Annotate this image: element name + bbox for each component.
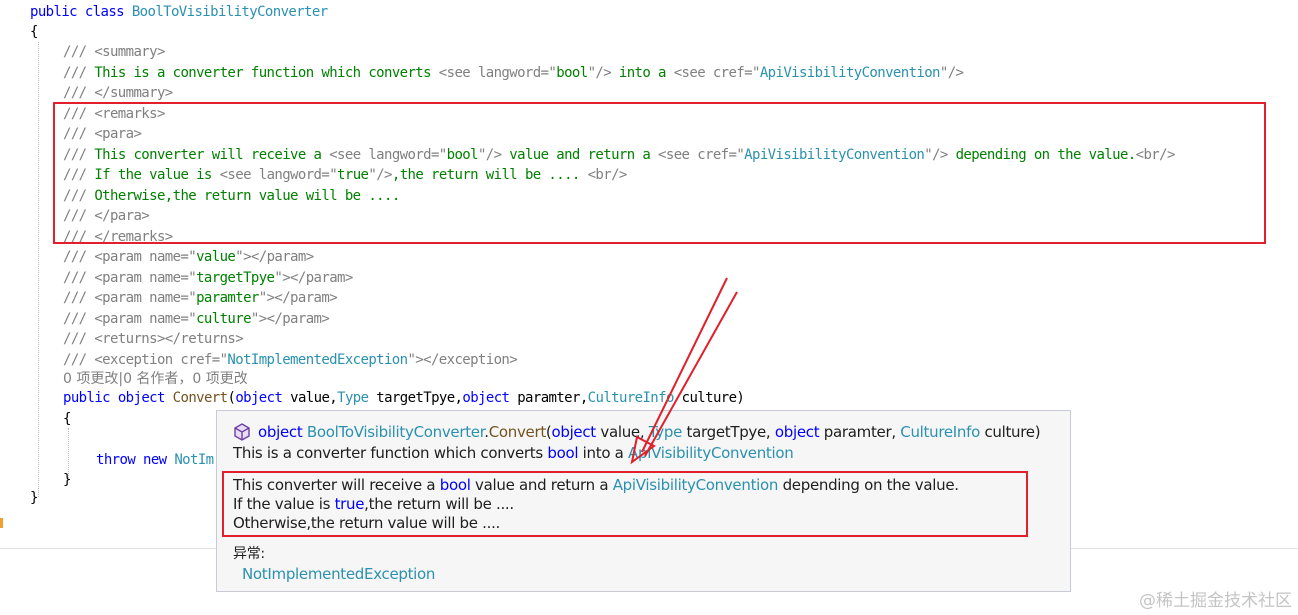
tooltip-remarks-line-2: If the value is true,the return will be …: [233, 495, 514, 513]
class-close-brace: }: [30, 490, 38, 506]
returns-line: /// <returns></returns>: [63, 331, 244, 347]
tooltip-signature: object BoolToVisibilityConverter.Convert…: [258, 423, 1041, 441]
method-signature-line[interactable]: public object Convert(object value,Type …: [63, 388, 745, 409]
param-value-line: /// <param name="value"></param>: [63, 249, 314, 265]
tooltip-exception-link[interactable]: NotImplementedException: [242, 565, 435, 584]
exception-line: /// <exception cref="NotImplementedExcep…: [63, 352, 518, 368]
param-paramter-line: /// <param name="paramter"></param>: [63, 290, 338, 306]
throw-keyword: throw: [96, 452, 136, 468]
summary-open: /// <summary>: [63, 44, 165, 60]
public-keyword: public: [30, 4, 78, 20]
return-type-keyword: object: [117, 390, 166, 406]
public-keyword: public: [63, 390, 111, 406]
new-keyword: new: [143, 452, 167, 468]
param-targetTpye-line: /// <param name="targetTpye"></param>: [63, 270, 353, 286]
method-close-brace: }: [63, 472, 71, 488]
remarks-highlight-box: [53, 102, 1266, 244]
class-open-brace: {: [30, 24, 38, 40]
tooltip-remarks-line-3: Otherwise,the return value will be ....: [233, 514, 501, 532]
watermark-text: @稀土掘金技术社区: [1139, 591, 1292, 611]
param-type: CultureInfo: [587, 390, 675, 406]
param-name: culture): [673, 390, 745, 406]
method-cube-icon: [234, 423, 250, 441]
param-type: object: [235, 390, 283, 406]
param-name: value,: [282, 390, 338, 406]
summary-type-link[interactable]: ApiVisibilityConvention: [628, 444, 794, 462]
summary-text: /// This is a converter function which c…: [63, 65, 964, 81]
throw-line: throw new NotIm: [96, 450, 214, 471]
class-name: BoolToVisibilityConverter: [131, 4, 328, 20]
param-type: Type: [337, 390, 369, 406]
tooltip-exceptions-heading: 异常:: [233, 546, 265, 562]
change-marker: [0, 518, 3, 528]
method-name[interactable]: Convert: [173, 390, 228, 406]
indent-guide: [38, 42, 39, 497]
param-name: targetTpye,: [368, 390, 463, 406]
class-keyword: class: [84, 4, 125, 20]
tooltip-remarks-line-1: This converter will receive a bool value…: [233, 476, 959, 494]
method-open-brace: {: [63, 411, 71, 427]
tooltip-summary: This is a converter function which conve…: [233, 444, 794, 462]
class-declaration-line[interactable]: public class BoolToVisibilityConverter: [30, 2, 328, 23]
remarks-type-link[interactable]: ApiVisibilityConvention: [613, 476, 779, 494]
exception-type: NotIm: [174, 452, 214, 468]
param-type: object: [462, 390, 510, 406]
quickinfo-tooltip: object BoolToVisibilityConverter.Convert…: [216, 410, 1071, 592]
param-culture-line: /// <param name="culture"></param>: [63, 311, 330, 327]
summary-close: /// </summary>: [63, 85, 173, 101]
codelens-changes[interactable]: 0 项更改|0 名作者，0 项更改: [63, 369, 248, 390]
param-name: paramter,: [509, 390, 588, 406]
